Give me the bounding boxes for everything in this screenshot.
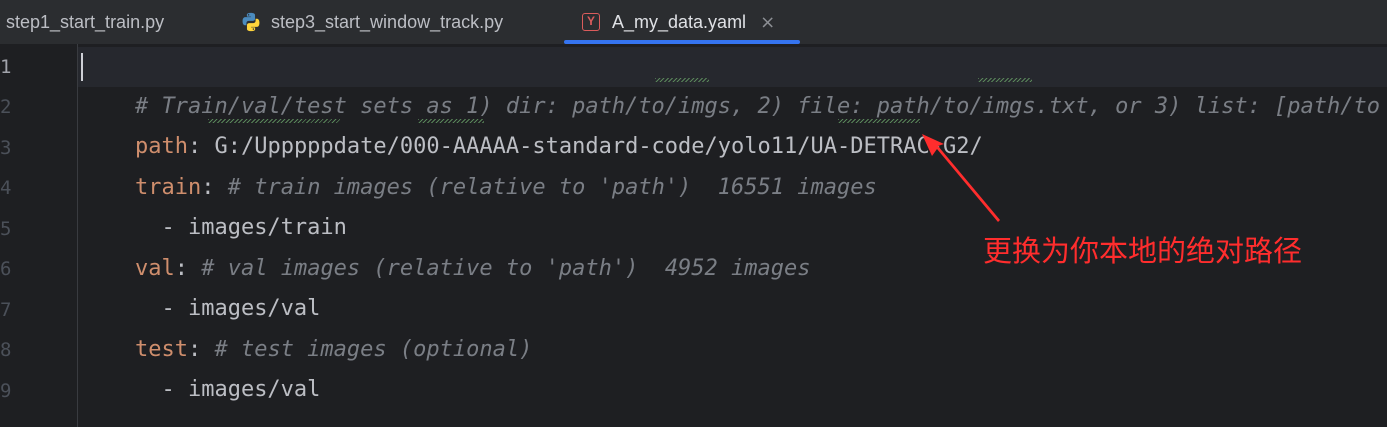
annotation-note: 更换为你本地的绝对路径 <box>983 234 1303 268</box>
spellcheck-squiggle <box>418 119 484 123</box>
line-number: 6 <box>0 258 12 280</box>
code-line-4[interactable]: - images/train <box>82 168 346 240</box>
code-line-3[interactable]: train: # train images (relative to 'path… <box>82 128 877 200</box>
line-number: 3 <box>0 137 12 159</box>
line-number: 4 <box>0 177 12 199</box>
spellcheck-squiggle <box>208 119 340 123</box>
code-line-7[interactable]: test: # test images (optional) <box>82 290 532 362</box>
tab-step1-start-train[interactable]: step1_start_train.py <box>6 0 164 44</box>
line-number: 2 <box>0 96 12 118</box>
spellcheck-squiggle <box>655 78 709 82</box>
code-line-8[interactable]: - images/val <box>82 330 320 402</box>
line-number: 1 <box>0 56 12 78</box>
line-number: 5 <box>0 218 12 240</box>
line-number: 9 <box>0 380 12 402</box>
text-cursor <box>81 53 83 81</box>
spellcheck-squiggle <box>838 119 920 123</box>
close-icon[interactable]: × <box>760 12 775 33</box>
yaml-icon: Y <box>582 13 600 31</box>
yaml-list-item: - images/val <box>134 377 321 402</box>
code-line-5[interactable]: val: # val images (relative to 'path') 4… <box>82 209 811 281</box>
tab-step3-start-window-track[interactable]: step3_start_window_track.py <box>240 0 503 44</box>
tab-label: A_my_data.yaml <box>612 11 747 32</box>
line-number: 7 <box>0 299 12 321</box>
code-line-6[interactable]: - images/val <box>82 249 320 321</box>
line-number: 8 <box>0 339 12 361</box>
editor-tab-bar: step1_start_train.py step3_start_window_… <box>0 0 1387 44</box>
tab-label: step1_start_train.py <box>6 11 165 32</box>
tab-a-my-data-yaml[interactable]: Y A_my_data.yaml × <box>582 0 775 44</box>
line-number-gutter: 1 2 3 4 5 6 7 8 9 <box>0 44 78 427</box>
code-line-1[interactable]: # Train/val/test sets as 1) dir: path/to… <box>82 47 1380 119</box>
spellcheck-squiggle <box>978 78 1032 82</box>
python-icon <box>242 12 260 32</box>
tab-label: step3_start_window_track.py <box>271 11 504 32</box>
